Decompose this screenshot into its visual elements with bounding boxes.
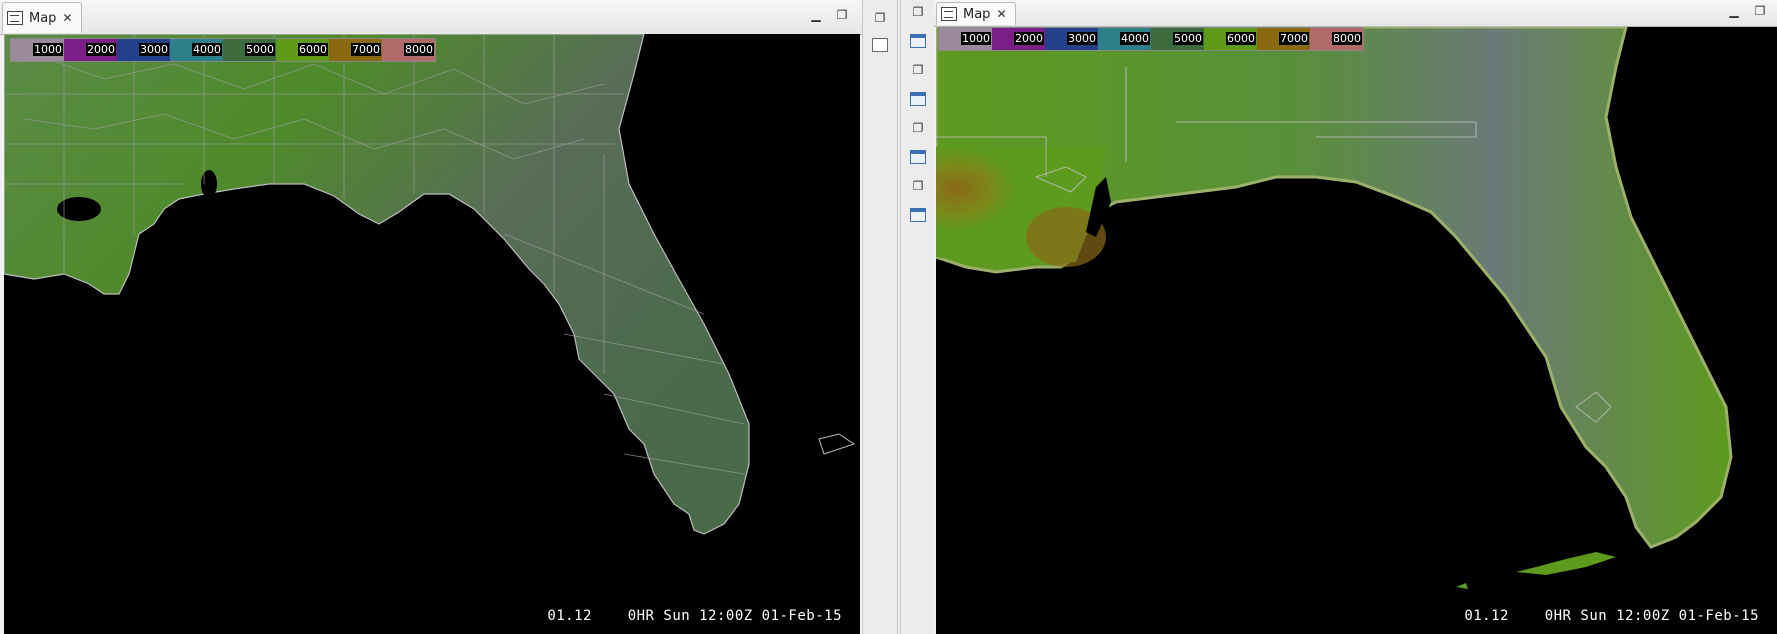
colorbar-segment: 2000	[992, 28, 1045, 50]
view-icon[interactable]	[910, 208, 926, 222]
colorbar-segment: 8000	[382, 39, 435, 61]
restore-icon[interactable]: ❐	[910, 62, 926, 78]
restore-icon[interactable]: ❐	[1752, 3, 1768, 19]
right-map-tab[interactable]: Map ✕	[936, 2, 1016, 25]
right-tab-bar: Map ✕ ▁ ❐	[934, 0, 1777, 27]
left-map-tab[interactable]: Map ✕	[2, 2, 82, 33]
close-icon[interactable]: ✕	[62, 11, 72, 25]
footer-time: 0HR Sun 12:00Z 01-Feb-15	[627, 608, 842, 624]
colorbar-segment: 6000	[1204, 28, 1257, 50]
left-trim-stack: ❐	[862, 0, 898, 634]
left-tab-label: Map	[29, 10, 57, 26]
restore-icon[interactable]: ❐	[910, 4, 926, 20]
colorbar-segment: 5000	[1151, 28, 1204, 50]
left-map-footer: 01.12 0HR Sun 12:00Z 01-Feb-15	[547, 608, 842, 624]
colorbar-segment: 5000	[223, 39, 276, 61]
map-editor-icon	[7, 11, 23, 25]
left-tab-bar: Map ✕ ▁ ❐	[0, 0, 862, 35]
close-icon[interactable]: ✕	[996, 7, 1006, 21]
restore-icon[interactable]: ❐	[910, 178, 926, 194]
right-map-footer: 01.12 0HR Sun 12:00Z 01-Feb-15	[1464, 608, 1759, 624]
layer-properties-icon[interactable]	[872, 38, 888, 52]
restore-icon[interactable]: ❐	[910, 120, 926, 136]
footer-value: 01.12	[1464, 608, 1509, 624]
land-region	[4, 34, 750, 535]
colorbar-segment: 7000	[329, 39, 382, 61]
colorbar-segment: 1000	[11, 39, 64, 61]
colorbar-segment: 8000	[1310, 28, 1363, 50]
right-trim-stack: ❐ ❐ ❐ ❐	[900, 0, 936, 634]
view-icon[interactable]	[910, 34, 926, 48]
right-map-panel: Map ✕ ▁ ❐ 1000 2000 3000 4000 5000 6000 …	[934, 0, 1777, 634]
view-icon[interactable]	[910, 150, 926, 164]
colorbar-segment: 4000	[170, 39, 223, 61]
view-icon[interactable]	[910, 92, 926, 106]
left-map-canvas[interactable]: 1000 2000 3000 4000 5000 6000 7000 8000 …	[4, 34, 860, 634]
right-colorbar: 1000 2000 3000 4000 5000 6000 7000 8000	[938, 27, 1364, 51]
footer-time: 0HR Sun 12:00Z 01-Feb-15	[1544, 608, 1759, 624]
left-map-graphic	[4, 34, 856, 535]
colorbar-segment: 6000	[276, 39, 329, 61]
colorbar-segment: 1000	[939, 28, 992, 50]
left-map-panel: Map ✕ ▁ ❐ 1000 2000 3000 4000 5000 6000 …	[0, 0, 862, 634]
colorbar-segment: 2000	[64, 39, 117, 61]
minimize-icon[interactable]: ▁	[1726, 3, 1742, 19]
colorbar-segment: 3000	[117, 39, 170, 61]
left-colorbar: 1000 2000 3000 4000 5000 6000 7000 8000	[10, 38, 436, 62]
map-editor-icon	[941, 7, 957, 21]
restore-icon[interactable]: ❐	[834, 7, 850, 23]
right-map-canvas[interactable]: 1000 2000 3000 4000 5000 6000 7000 8000 …	[936, 27, 1777, 634]
right-map-graphic	[936, 27, 1733, 589]
colorbar-segment: 3000	[1045, 28, 1098, 50]
colorbar-segment: 7000	[1257, 28, 1310, 50]
restore-icon[interactable]: ❐	[872, 10, 888, 26]
land-region	[936, 27, 1733, 549]
colorbar-segment: 4000	[1098, 28, 1151, 50]
right-tab-label: Map	[963, 6, 991, 22]
minimize-icon[interactable]: ▁	[808, 7, 824, 23]
footer-value: 01.12	[547, 608, 592, 624]
